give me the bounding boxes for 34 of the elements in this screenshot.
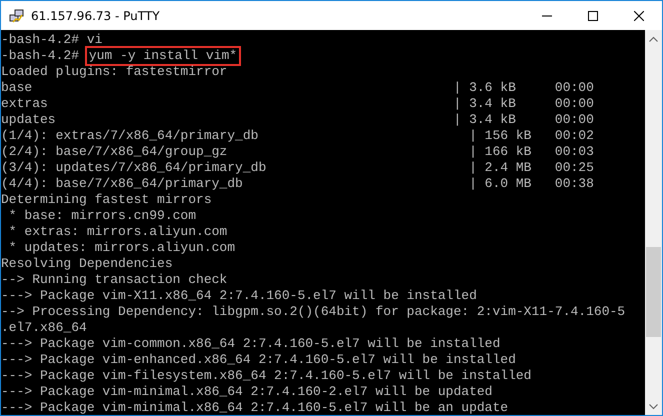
terminal-line: Resolving Dependencies xyxy=(1,256,174,272)
computers-icon xyxy=(9,8,25,24)
close-icon xyxy=(634,10,644,20)
window-title: 61.157.96.73 - PuTTY xyxy=(31,8,160,22)
shell-prompt: -bash-4.2# xyxy=(1,32,80,48)
terminal-line: (1/4): extras/7/x86_64/primary_db | 156 kB 00:02 xyxy=(1,128,595,144)
terminal-line: .el7.x86_64 xyxy=(1,320,88,336)
terminal-line: extras | 3.4 kB 00:00 xyxy=(1,96,595,112)
terminal-line: Determining fastest mirrors xyxy=(1,192,213,208)
scroll-up-icon[interactable] xyxy=(649,36,658,42)
terminal-line: ---> Package vim-common.x86_64 2:7.4.160-5.el7 will be installed xyxy=(1,336,502,352)
terminal-line: ---> Package vim-filesystem.x86_64 2:7.4.160-5.el7 will be installed xyxy=(1,368,532,384)
terminal-line: --> Running transaction check xyxy=(1,272,228,288)
highlighted-command: yum -y install vim* xyxy=(86,48,240,64)
terminal-line: ---> Package vim-enhanced.x86_64 2:7.4.160-5.el7 will be installed xyxy=(1,352,517,368)
terminal-line: ---> Package vim-X11.x86_64 2:7.4.160-5.el7 will be installed xyxy=(1,288,478,304)
terminal-line: Loaded plugins: fastestmirror xyxy=(1,64,228,80)
scrollbar[interactable] xyxy=(645,30,662,415)
terminal-line: ---> Package vim-minimal.x86_64 2:7.4.160-5.el7 will be an update xyxy=(1,400,510,415)
terminal-line: * extras: mirrors.aliyun.com xyxy=(8,224,228,240)
terminal-line: (4/4): base/7/x86_64/primary_db | 6.0 MB 00:38 xyxy=(1,176,595,192)
command-text: vi xyxy=(86,32,102,48)
shell-prompt: -bash-4.2# xyxy=(1,48,80,64)
terminal-line: --> Processing Dependency: libgpm.so.2()(64bit) for package: 2:vim-X11-7.4.160-5 xyxy=(1,304,626,320)
terminal-line: * base: mirrors.cn99.com xyxy=(8,208,198,224)
terminal-line: ---> Package vim-minimal.x86_64 2:7.4.160-2.el7 will be updated xyxy=(1,384,494,400)
terminal-line: (3/4): updates/7/x86_64/primary_db | 2.4 MB 00:25 xyxy=(1,160,595,176)
scrollbar-thumb[interactable] xyxy=(646,247,661,337)
terminal-line: (2/4): base/7/x86_64/group_gz | 166 kB 00:03 xyxy=(1,144,595,160)
terminal-line: * updates: mirrors.aliyun.com xyxy=(8,240,236,256)
terminal-line: base | 3.6 kB 00:00 xyxy=(1,80,595,96)
terminal-line: updates | 3.4 kB 00:00 xyxy=(1,112,595,128)
maximize-icon xyxy=(588,10,598,20)
scroll-down-icon[interactable] xyxy=(649,404,658,410)
